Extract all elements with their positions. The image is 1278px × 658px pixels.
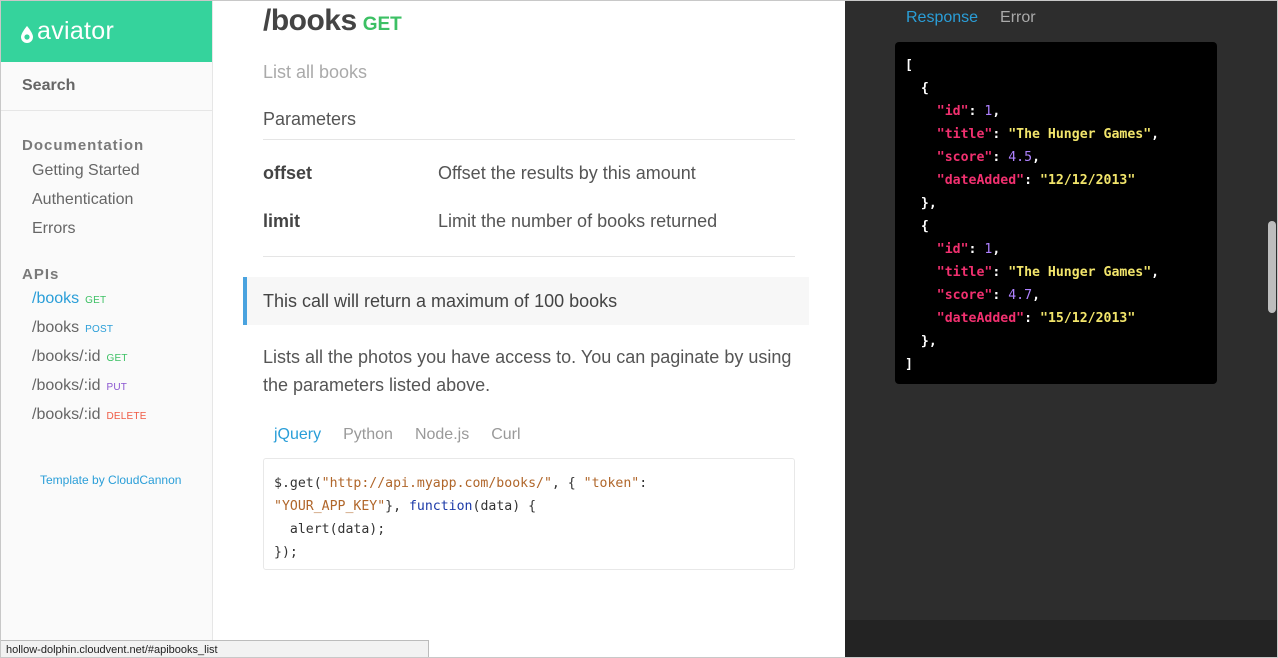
tab-error[interactable]: Error bbox=[1000, 9, 1036, 27]
sidebar-item-label: Authentication bbox=[32, 191, 134, 208]
page-title: /books GET bbox=[263, 4, 402, 38]
method-badge-get: GET bbox=[106, 353, 128, 364]
json-value: 4.7 bbox=[1008, 288, 1033, 303]
sidebar-item-label: Getting Started bbox=[32, 162, 140, 179]
sidebar-item-getting-started[interactable]: Getting Started bbox=[1, 162, 212, 191]
json-value: "The Hunger Games" bbox=[1008, 265, 1152, 280]
search-link[interactable]: Search bbox=[1, 62, 212, 111]
sidebar-item-authentication[interactable]: Authentication bbox=[1, 191, 212, 220]
sidebar-item-label: /books/:id bbox=[32, 377, 101, 394]
page-scrollbar[interactable] bbox=[1268, 221, 1276, 313]
response-json[interactable]: [ { "id": 1, "title": "The Hunger Games"… bbox=[895, 42, 1217, 384]
endpoint-description: List all books bbox=[263, 62, 368, 82]
sidebar-item-label: /books/:id bbox=[32, 406, 101, 423]
sidebar-item-book-id-put[interactable]: /books/:id PUT bbox=[1, 377, 212, 406]
json-key: "score" bbox=[936, 150, 993, 165]
tab-nodejs[interactable]: Node.js bbox=[415, 426, 469, 444]
tab-response[interactable]: Response bbox=[906, 9, 978, 27]
parameters-heading: Parameters bbox=[263, 109, 357, 129]
brand-name: aviator bbox=[37, 17, 115, 45]
divider bbox=[263, 139, 795, 140]
method-badge-get: GET bbox=[85, 295, 107, 306]
sidebar-item-label: /books/:id bbox=[32, 348, 101, 365]
json-value: "The Hunger Games" bbox=[1008, 127, 1152, 142]
code-text: }, bbox=[385, 499, 409, 514]
json-key: "dateAdded" bbox=[936, 311, 1025, 326]
method-badge-post: POST bbox=[85, 324, 114, 335]
sidebar-item-book-id-delete[interactable]: /books/:id DELETE bbox=[1, 406, 212, 435]
code-string: "http://api.myapp.com/books/" bbox=[321, 476, 552, 491]
parameter-name: limit bbox=[263, 211, 301, 231]
sidebar-item-errors[interactable]: Errors bbox=[1, 220, 212, 249]
code-text: : bbox=[639, 476, 648, 491]
code-string: "YOUR_APP_KEY" bbox=[274, 499, 386, 514]
divider bbox=[263, 256, 795, 257]
tab-curl[interactable]: Curl bbox=[491, 426, 520, 444]
brand-logo[interactable]: aviator bbox=[1, 1, 212, 62]
code-language-tabs: jQuery Python Node.js Curl bbox=[274, 426, 543, 444]
parameter-row: offset Offset the results by this amount bbox=[263, 163, 795, 184]
json-key: "id" bbox=[936, 242, 969, 257]
json-value: "15/12/2013" bbox=[1040, 311, 1136, 326]
documentation-heading: Documentation bbox=[22, 137, 145, 154]
parameter-description: Offset the results by this amount bbox=[438, 163, 696, 183]
droplet-icon bbox=[21, 25, 33, 43]
json-key: "score" bbox=[936, 288, 993, 303]
endpoint-paragraph: Lists all the photos you have access to.… bbox=[263, 347, 792, 395]
json-value: "12/12/2013" bbox=[1040, 173, 1136, 188]
response-panel: Response Error [ { "id": 1, "title": "Th… bbox=[845, 1, 1277, 657]
code-sample[interactable]: $.get("http://api.myapp.com/books/", { "… bbox=[263, 458, 795, 570]
sidebar-item-book-id-get[interactable]: /books/:id GET bbox=[1, 348, 212, 377]
parameter-description: Limit the number of books returned bbox=[438, 211, 718, 231]
sidebar-item-books-get[interactable]: /books GET bbox=[1, 290, 212, 319]
parameter-name: offset bbox=[263, 163, 312, 183]
json-key: "dateAdded" bbox=[936, 173, 1025, 188]
code-string: "token" bbox=[583, 476, 640, 491]
callout-note: This call will return a maximum of 100 b… bbox=[243, 277, 809, 325]
code-text: }); bbox=[274, 545, 298, 560]
method-badge-put: PUT bbox=[106, 382, 128, 393]
credit-link[interactable]: Template by CloudCannon bbox=[40, 473, 181, 487]
json-key: "title" bbox=[936, 265, 993, 280]
tab-jquery[interactable]: jQuery bbox=[274, 426, 321, 444]
json-key: "id" bbox=[936, 104, 969, 119]
response-tabs: Response Error bbox=[906, 9, 1058, 27]
sidebar-item-label: /books bbox=[32, 290, 80, 307]
code-keyword: function bbox=[408, 499, 473, 514]
json-value: 4.5 bbox=[1008, 150, 1033, 165]
endpoint-verb: GET bbox=[362, 14, 402, 35]
sidebar-item-label: /books bbox=[32, 319, 80, 336]
code-text: (data) { bbox=[472, 499, 537, 514]
sidebar-item-books-post[interactable]: /books POST bbox=[1, 319, 212, 348]
code-text: $.get( bbox=[274, 476, 322, 491]
code-text: , { bbox=[551, 476, 584, 491]
panel-footer bbox=[845, 620, 1277, 657]
sidebar-nav: Documentation Getting Started Authentica… bbox=[1, 111, 212, 435]
apis-heading: APIs bbox=[22, 266, 60, 283]
method-badge-delete: DELETE bbox=[106, 411, 147, 422]
endpoint-path: /books bbox=[263, 4, 357, 37]
main-content: /books GET List all books Parameters offs… bbox=[213, 1, 845, 657]
status-bar-url: hollow-dolphin.cloudvent.net/#apibooks_l… bbox=[1, 640, 429, 657]
json-key: "title" bbox=[936, 127, 993, 142]
app-window: aviator Search Documentation Getting Sta… bbox=[0, 0, 1278, 658]
sidebar: aviator Search Documentation Getting Sta… bbox=[1, 1, 213, 657]
sidebar-item-label: Errors bbox=[32, 220, 76, 237]
tab-python[interactable]: Python bbox=[343, 426, 393, 444]
code-text: alert(data); bbox=[274, 522, 386, 537]
parameter-row: limit Limit the number of books returned bbox=[263, 211, 795, 232]
